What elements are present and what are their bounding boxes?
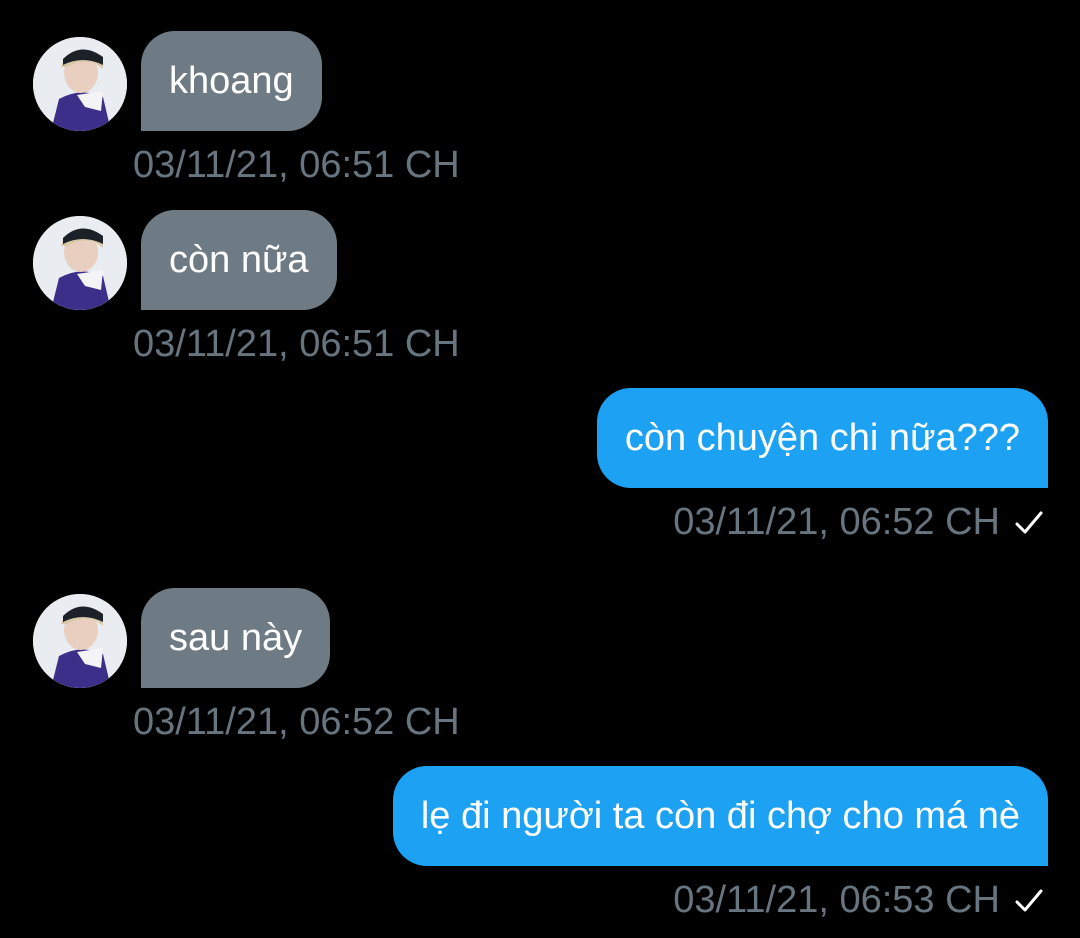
- message-bubble-incoming[interactable]: sau này: [141, 588, 331, 688]
- message-bubble-incoming[interactable]: còn nữa: [141, 210, 337, 310]
- message-text: khoang: [169, 59, 294, 102]
- message-timestamp: 03/11/21, 06:51 CH: [133, 144, 460, 186]
- contact-avatar[interactable]: [33, 594, 127, 688]
- message-text: lẹ đi người ta còn đi chợ cho má nè: [420, 794, 1020, 837]
- contact-avatar[interactable]: [33, 37, 127, 131]
- check-icon: [1015, 511, 1043, 534]
- check-icon: [1015, 889, 1043, 912]
- message-text: sau này: [169, 616, 303, 659]
- message-timestamp: 03/11/21, 06:53 CH: [673, 879, 1000, 921]
- message-bubble-incoming[interactable]: khoang: [141, 31, 322, 131]
- message-timestamp: 03/11/21, 06:52 CH: [133, 701, 460, 743]
- message-bubble-outgoing[interactable]: còn chuyện chi nữa???: [596, 388, 1048, 488]
- message-timestamp: 03/11/21, 06:51 CH: [133, 323, 460, 365]
- message-timestamp: 03/11/21, 06:52 CH: [673, 501, 1000, 543]
- contact-avatar[interactable]: [33, 216, 127, 310]
- message-bubble-outgoing[interactable]: lẹ đi người ta còn đi chợ cho má nè: [392, 766, 1048, 866]
- message-text: còn nữa: [169, 238, 309, 281]
- message-text: còn chuyện chi nữa???: [624, 416, 1020, 459]
